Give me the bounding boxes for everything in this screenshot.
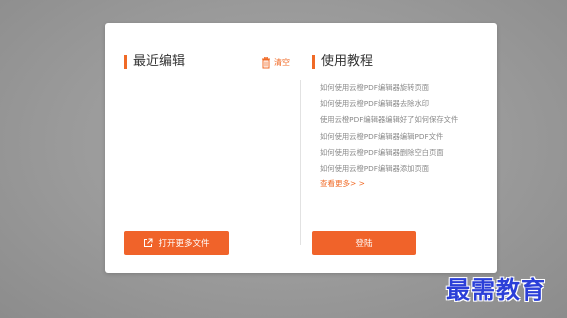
tutorial-link[interactable]: 如何使用云橙PDF编辑器去除水印 [320, 96, 458, 112]
tutorial-link[interactable]: 如何使用云橙PDF编辑器添加页面 [320, 161, 458, 177]
view-more-link[interactable]: 查看更多> > [320, 178, 365, 189]
tutorial-link[interactable]: 如何使用云橙PDF编辑器旋转页面 [320, 80, 458, 96]
tutorial-title: 使用教程 [312, 54, 373, 70]
watermark-text: 最需教育 [446, 275, 546, 304]
open-external-icon [144, 238, 153, 247]
panel-divider [300, 80, 301, 245]
recent-edits-title: 最近编辑 [124, 54, 185, 70]
trash-icon [262, 57, 270, 69]
open-more-files-button[interactable]: 打开更多文件 [124, 231, 229, 255]
tutorial-link[interactable]: 使用云橙PDF编辑器编辑好了如何保存文件 [320, 112, 458, 128]
clear-button[interactable]: 清空 [261, 56, 290, 70]
open-more-files-label: 打开更多文件 [158, 239, 210, 249]
tutorial-list: 如何使用云橙PDF编辑器旋转页面 如何使用云橙PDF编辑器去除水印 使用云橙PD… [320, 80, 458, 177]
clear-label: 清空 [274, 58, 290, 67]
login-button[interactable]: 登陆 [312, 231, 416, 255]
tutorial-link[interactable]: 如何使用云橙PDF编辑器编辑PDF文件 [320, 129, 458, 145]
tutorial-link[interactable]: 如何使用云橙PDF编辑器删除空白页面 [320, 145, 458, 161]
